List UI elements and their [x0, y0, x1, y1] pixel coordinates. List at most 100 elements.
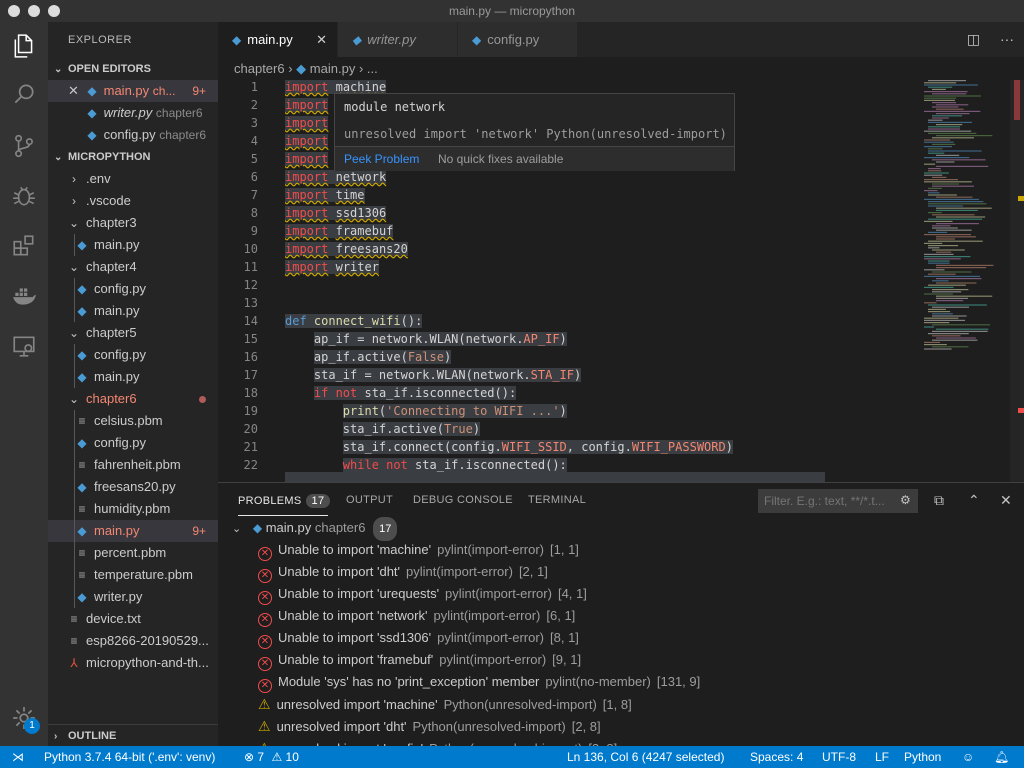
python-file-icon: ◆	[77, 348, 87, 362]
debug-icon[interactable]	[8, 180, 40, 212]
import-keyword: import	[285, 242, 329, 256]
tree-item[interactable]: ◆ freesans20.py	[48, 476, 218, 498]
minimap-line	[932, 330, 988, 332]
close-icon[interactable]: ✕	[68, 80, 79, 102]
tab-main-py[interactable]: ◆ main.py ✕	[218, 22, 338, 57]
tab-debug-console[interactable]: DEBUG CONSOLE	[413, 494, 513, 506]
docker-icon[interactable]	[8, 280, 40, 312]
cursor-position[interactable]: Ln 136, Col 6 (4247 selected)	[567, 750, 724, 764]
problem-row[interactable]: ✕ Unable to import 'dht' pylint(import-err…	[218, 561, 1024, 583]
close-tab-icon[interactable]: ✕	[316, 22, 327, 57]
tree-item[interactable]: › .env	[48, 168, 218, 190]
problems-filter-input[interactable]	[758, 489, 918, 513]
breadcrumb-folder[interactable]: chapter6	[234, 61, 285, 76]
tree-item[interactable]: ◆ config.py	[48, 344, 218, 366]
close-panel-icon[interactable]: ✕	[1000, 492, 1012, 509]
remote-explorer-icon[interactable]	[8, 330, 40, 362]
filter-settings-icon[interactable]: ⚙	[900, 493, 911, 507]
manage-gear-icon[interactable]: 1	[8, 702, 40, 734]
tree-item[interactable]: ◆ main.py	[48, 366, 218, 388]
tree-item[interactable]: ⌄ chapter3	[48, 212, 218, 234]
minimap[interactable]	[922, 80, 1010, 482]
feedback-icon[interactable]: ☺	[962, 750, 974, 764]
problems-file-group[interactable]: ⌄ ◆ main.py chapter6 17	[218, 517, 1024, 541]
tree-item[interactable]: ⌄ chapter4	[48, 256, 218, 278]
tree-item[interactable]: ≡ humidity.pbm	[48, 498, 218, 520]
tree-item[interactable]: ⌄ chapter5	[48, 322, 218, 344]
problem-row[interactable]: ✕ Unable to import 'framebuf' pylint(impor…	[218, 649, 1024, 671]
problem-row[interactable]: ⚠unresolved import 'config'Python(unreso…	[218, 737, 1024, 746]
minimap-line	[932, 117, 949, 119]
tree-item[interactable]: ≡ celsius.pbm	[48, 410, 218, 432]
search-icon[interactable]	[8, 78, 40, 110]
tree-item[interactable]: ◆ writer.py	[48, 586, 218, 608]
problem-row[interactable]: ⚠ unresolved import 'machine' Python(unres…	[218, 693, 1024, 715]
import-keyword: import	[285, 80, 329, 94]
code-text: sta_if.isconnected():	[357, 386, 517, 400]
minimap-line	[936, 161, 955, 163]
tree-item[interactable]: ⌄ chapter6	[48, 388, 218, 410]
chevron-down-icon: ⌄	[54, 64, 63, 75]
notifications-bell-icon[interactable]: 🔔︎	[994, 750, 1009, 764]
tree-item[interactable]: ≡ percent.pbm	[48, 542, 218, 564]
tree-item[interactable]: › .vscode	[48, 190, 218, 212]
end-of-line[interactable]: LF	[875, 750, 889, 764]
python-file-icon: ◆	[87, 106, 97, 120]
tree-item[interactable]: ≡ device.txt	[48, 608, 218, 630]
collapse-all-icon[interactable]: ⧉	[934, 492, 944, 509]
tree-item[interactable]: ◆ main.py	[48, 234, 218, 256]
tab-writer-py[interactable]: ◆ writer.py	[338, 22, 458, 57]
problem-row[interactable]: ✕ Unable to import 'urequests' pylint(impo…	[218, 583, 1024, 605]
minimap-line	[932, 137, 975, 139]
problem-row[interactable]: ✕ Module 'sys' has no 'print_exception' m…	[218, 671, 1024, 693]
problems-summary[interactable]: ⊗ 7 ⚠ 10	[244, 750, 299, 764]
constant: False	[407, 350, 444, 364]
extensions-icon[interactable]	[8, 230, 40, 262]
tree-item[interactable]: ≡ esp8266-20190529...	[48, 630, 218, 652]
explorer-icon[interactable]	[8, 30, 40, 62]
code-line-19: print('Connecting to WIFI ...')	[285, 404, 567, 418]
problem-row[interactable]: ✕ Unable to import 'ssd1306' pylint(import…	[218, 627, 1024, 649]
tab-problems[interactable]: PROBLEMS 17	[238, 494, 331, 508]
tab-terminal[interactable]: TERMINAL	[528, 494, 586, 506]
tree-item[interactable]: ◆ config.py	[48, 432, 218, 454]
peek-problem-link[interactable]: Peek Problem	[344, 152, 419, 166]
open-editor-config-py[interactable]: ◆ config.py chapter6	[48, 124, 218, 146]
scrollbar-thumb[interactable]	[1014, 80, 1020, 120]
maximize-panel-icon[interactable]: ⌃	[968, 492, 980, 509]
language-mode[interactable]: Python	[904, 750, 941, 764]
minimap-line	[936, 108, 964, 110]
encoding[interactable]: UTF-8	[822, 750, 856, 764]
python-interpreter[interactable]: Python 3.7.4 64-bit ('.env': venv)	[44, 750, 215, 764]
problem-row[interactable]: ✕ Unable to import 'network' pylint(import…	[218, 605, 1024, 627]
tree-item[interactable]: ⅄ micropython-and-th...	[48, 652, 218, 674]
minimap-line	[924, 319, 965, 321]
no-quick-fixes-text: No quick fixes available	[438, 152, 564, 166]
more-actions-icon[interactable]: ···	[1000, 31, 1014, 47]
problem-row[interactable]: ✕ Unable to import 'machine' pylint(import…	[218, 539, 1024, 561]
breadcrumb-symbol[interactable]: ...	[367, 61, 378, 76]
tab-config-py[interactable]: ◆ config.py	[458, 22, 578, 57]
problem-row[interactable]: ⚠ unresolved import 'dht' Python(unresolve…	[218, 715, 1024, 737]
split-editor-icon[interactable]: ◫	[967, 31, 980, 47]
open-editor-main-py[interactable]: ✕ ◆ main.py ch... 9+	[48, 80, 218, 102]
code-line-import: import ssd1306	[285, 206, 387, 220]
open-editors-header[interactable]: ⌄ OPEN EDITORS	[48, 58, 218, 80]
remote-icon[interactable]: ⋊	[12, 750, 24, 764]
editor-scrollbar[interactable]	[1010, 80, 1024, 482]
open-editor-writer-py[interactable]: ◆ writer.py chapter6	[48, 102, 218, 124]
outline-header[interactable]: › OUTLINE	[48, 724, 218, 746]
breadcrumb-file[interactable]: main.py	[310, 61, 356, 76]
source-control-icon[interactable]	[8, 130, 40, 162]
minimap-line	[924, 91, 968, 93]
tree-item-label: main.py	[94, 303, 140, 318]
tree-item[interactable]: ◆ main.py	[48, 300, 218, 322]
chevron-right-icon: ›	[72, 194, 76, 208]
tree-item[interactable]: ◆ config.py	[48, 278, 218, 300]
tree-item[interactable]: ≡ fahrenheit.pbm	[48, 454, 218, 476]
project-header[interactable]: ⌄ MICROPYTHON	[48, 146, 218, 168]
tree-item[interactable]: ≡ temperature.pbm	[48, 564, 218, 586]
tree-item[interactable]: ◆ main.py 9+	[48, 520, 218, 542]
indentation[interactable]: Spaces: 4	[750, 750, 803, 764]
tab-output[interactable]: OUTPUT	[346, 494, 393, 506]
